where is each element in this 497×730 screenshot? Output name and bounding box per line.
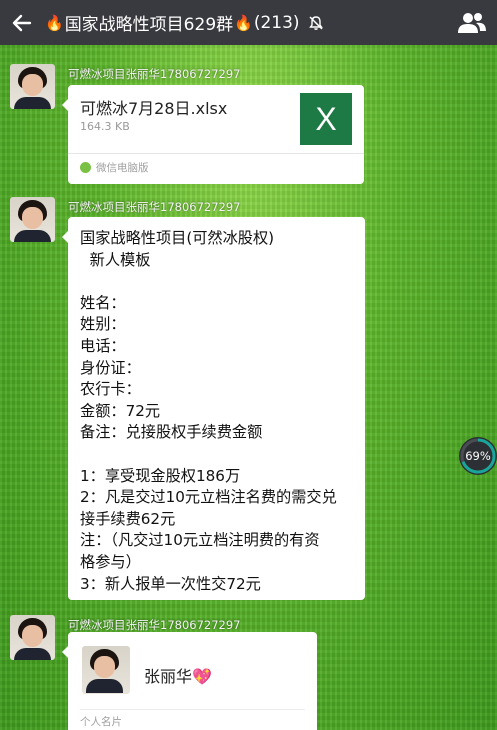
fire-icon: 🔥: [45, 13, 64, 32]
message-line: 格参与）: [80, 552, 141, 571]
message-line: 新人模板: [80, 250, 151, 269]
message-text: 国家战略性项目(可然冰股权) 新人模板 姓名： 姓别： 电话： 身份证： 农行卡： 金额：…: [80, 228, 337, 595]
wechat-pc-icon: [80, 162, 91, 173]
sender-avatar[interactable]: [10, 197, 55, 242]
message-line: 电话：: [80, 336, 126, 355]
progress-label: 69%: [465, 449, 491, 463]
card-name: 张丽华💖: [144, 667, 212, 686]
sender-name: 可燃冰项目张丽华17806727297: [68, 67, 241, 81]
card-type-label: 个人名片: [80, 716, 122, 728]
excel-file-icon: X: [300, 93, 352, 145]
sender-name: 可燃冰项目张丽华17806727297: [68, 200, 241, 214]
people-icon: [458, 12, 486, 33]
message-line: 国家战略性项目(可然冰股权): [80, 229, 275, 247]
message-line: [80, 444, 337, 466]
chat-title: 🔥 国家战略性项目629群 🔥 (213): [44, 10, 447, 35]
message-line: 2：凡是交过10元立档注名费的需交兑: [80, 488, 337, 507]
back-button[interactable]: [0, 0, 44, 45]
progress-indicator[interactable]: 69%: [459, 437, 497, 475]
message-line: 接手续费62元: [80, 509, 176, 528]
sender-avatar[interactable]: [10, 64, 55, 109]
file-source: 微信电脑版: [96, 162, 149, 174]
fire-icon: 🔥: [234, 13, 253, 32]
file-size: 164.3 KB: [80, 120, 130, 133]
chat-header: 🔥 国家战略性项目629群 🔥 (213): [0, 0, 497, 45]
bell-muted-icon: [308, 15, 324, 31]
file-message[interactable]: 可燃冰7月28日.xlsx 164.3 KB X 微信电脑版: [62, 85, 364, 184]
message-line: 农行卡：: [80, 380, 141, 399]
sender-avatar[interactable]: [10, 615, 55, 660]
group-name: 国家战略性项目629群: [64, 15, 234, 35]
arrow-left-icon: [12, 14, 32, 31]
message-line: 姓别：: [80, 315, 126, 334]
group-members-button[interactable]: [447, 0, 497, 45]
message-line: 姓名：: [80, 293, 126, 312]
message-line: 身份证：: [80, 358, 141, 377]
message-line: [80, 271, 337, 293]
member-count: (213): [253, 12, 300, 33]
divider: [80, 709, 305, 710]
divider: [68, 153, 364, 154]
card-avatar: [82, 646, 130, 694]
contact-card-message[interactable]: 张丽华💖 个人名片: [62, 632, 317, 730]
message-line: 金额：72元: [80, 401, 161, 420]
message-line: 1：享受现金股权186万: [80, 466, 241, 485]
sender-name: 可燃冰项目张丽华17806727297: [68, 618, 241, 632]
message-line: 备注：兑接股权手续费金额: [80, 423, 263, 442]
text-message[interactable]: 国家战略性项目(可然冰股权) 新人模板 姓名： 姓别： 电话： 身份证： 农行卡： 金额：…: [62, 217, 365, 600]
file-name: 可燃冰7月28日.xlsx: [80, 99, 228, 118]
message-line: 注：（凡交过10元立档注明费的有资: [80, 531, 320, 550]
message-line: 3：新人报单一次性交72元: [80, 574, 261, 593]
